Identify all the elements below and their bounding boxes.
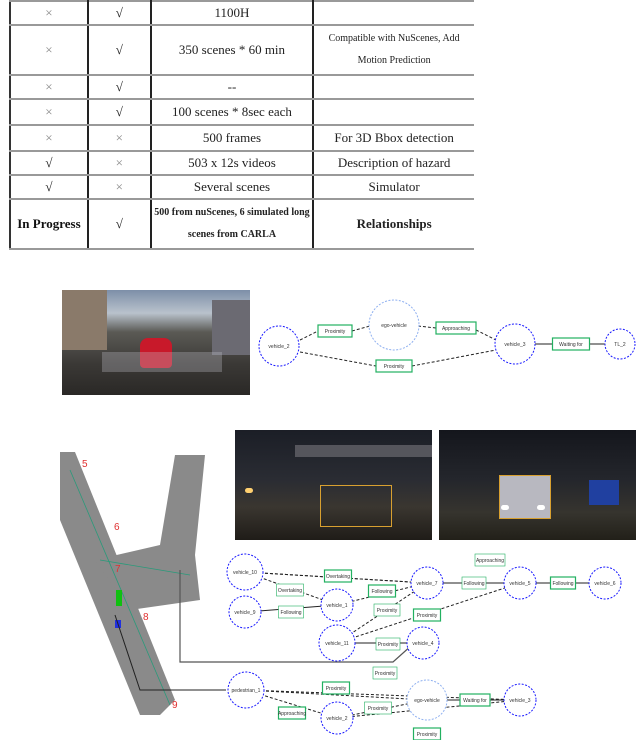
node-label: vehicle_3 — [509, 698, 530, 704]
node-label: vehicle_7 — [416, 581, 437, 587]
edge — [475, 329, 497, 341]
relation-label: Proximity — [368, 706, 389, 712]
node-label: vehicle_11 — [325, 641, 349, 647]
relation-label: Approaching — [476, 558, 504, 564]
node-label: vehicle_4 — [412, 641, 433, 647]
relation-label: Waiting for — [559, 342, 583, 348]
relation-label: Proximity — [375, 671, 396, 677]
relation-label: Proximity — [384, 364, 405, 370]
edge — [299, 351, 377, 367]
map-vehicle — [116, 590, 122, 606]
relation-label: Proximity — [325, 329, 346, 335]
relation-label: Overtaking — [326, 574, 350, 580]
relation-label: Waiting for — [463, 698, 487, 704]
relation-label: Proximity — [417, 732, 438, 738]
relation-label: Proximity — [378, 642, 399, 648]
relation-label: Following — [280, 610, 301, 616]
node-label: vehicle_2 — [268, 344, 289, 350]
relation-label: Following — [371, 589, 392, 595]
node-label: vehicle_6 — [594, 581, 615, 587]
scene-graphs: vehicle_2 ego-vehicle vehicle_3 TL_2 Proximi… — [60, 299, 636, 740]
map-label: 7 — [115, 564, 121, 575]
relation-label: Following — [552, 581, 573, 587]
relation-label: Proximity — [326, 686, 347, 692]
node-label: ego-vehicle — [381, 323, 407, 329]
map-label: 8 — [143, 612, 149, 623]
node-label: TL_2 — [614, 342, 626, 348]
edge — [351, 325, 371, 332]
node-label: vehicle_1 — [326, 603, 347, 609]
node-label: ego-vehicle — [414, 698, 440, 704]
relation-label: Proximity — [417, 613, 438, 619]
map-label: 6 — [114, 522, 120, 533]
node-label: vehicle_5 — [509, 581, 530, 587]
relation-label: Proximity — [377, 608, 398, 614]
relation-label: Approaching — [278, 711, 306, 717]
night-scene-image-2 — [439, 430, 636, 540]
node-label: vehicle_9 — [234, 610, 255, 616]
node-label: pedestrian_1 — [232, 688, 261, 694]
night-scene-image-1 — [235, 430, 432, 540]
relation-label: Approaching — [442, 326, 470, 332]
map-label: 9 — [172, 700, 178, 711]
relation-label: Overtaking — [278, 588, 302, 594]
node-label: vehicle_3 — [504, 342, 525, 348]
relation-label: Following — [463, 581, 484, 587]
edge — [411, 349, 497, 367]
map-label: 5 — [82, 459, 88, 470]
node-label: vehicle_10 — [233, 570, 257, 576]
edge — [417, 325, 437, 329]
edge — [299, 330, 319, 341]
node-label: vehicle_2 — [326, 716, 347, 722]
